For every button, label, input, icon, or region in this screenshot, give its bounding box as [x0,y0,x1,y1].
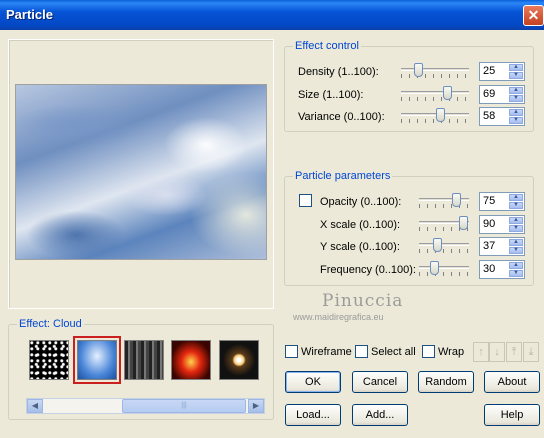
frequency-spinbox[interactable]: 30 ▲ ▼ [479,260,525,279]
size-slider-thumb[interactable] [443,86,452,100]
density-spinbox[interactable]: 25 ▲ ▼ [479,62,525,81]
size-slider[interactable] [401,85,469,103]
effect-thumb-cloud[interactable] [73,336,121,384]
variance-slider-thumb[interactable] [436,108,445,122]
watermark-name: Pinuccia [322,291,404,311]
random-button[interactable]: Random [418,371,474,393]
title-bar[interactable]: Particle ✕ [0,0,544,30]
opacity-up-arrow[interactable]: ▲ [509,194,523,201]
scroll-right-arrow[interactable]: ▶ [248,399,264,413]
scroll-thumb[interactable]: ||| [122,399,246,413]
size-value[interactable]: 69 [483,88,495,100]
effect-thumb-fire[interactable] [171,340,211,380]
frequency-label: Frequency (0..100): [320,264,416,276]
frequency-up-arrow[interactable]: ▲ [509,262,523,269]
wrap-label: Wrap [438,346,465,358]
particle-dialog: Particle ✕ Effect control Density (1..10… [0,0,544,438]
y-scale-down-arrow[interactable]: ▼ [509,247,523,254]
move-up-button[interactable]: ↑ [473,342,489,362]
move-down-button[interactable]: ↓ [489,342,505,362]
density-down-arrow[interactable]: ▼ [509,72,523,79]
about-button[interactable]: About [484,371,540,393]
x-scale-slider-thumb[interactable] [459,216,468,230]
frequency-slider[interactable] [419,260,469,278]
load-button[interactable]: Load... [285,404,341,426]
x-scale-value[interactable]: 90 [483,218,495,230]
y-scale-up-arrow[interactable]: ▲ [509,239,523,246]
frequency-value[interactable]: 30 [483,263,495,275]
variance-value[interactable]: 58 [483,110,495,122]
opacity-slider-thumb[interactable] [452,193,461,207]
x-scale-slider[interactable] [419,215,469,233]
density-up-arrow[interactable]: ▲ [509,64,523,71]
frequency-down-arrow[interactable]: ▼ [509,270,523,277]
opacity-label: Opacity (0..100): [320,196,402,208]
opacity-checkbox[interactable] [299,194,312,207]
variance-spinbox[interactable]: 58 ▲ ▼ [479,107,525,126]
effect-thumb-stars[interactable] [29,340,69,380]
size-down-arrow[interactable]: ▼ [509,95,523,102]
size-spinbox[interactable]: 69 ▲ ▼ [479,85,525,104]
y-scale-spinbox[interactable]: 37 ▲ ▼ [479,237,525,256]
density-slider-thumb[interactable] [414,63,423,77]
variance-label: Variance (0..100): [298,111,385,123]
effect-thumb-smoke[interactable] [124,340,164,380]
opacity-slider[interactable] [419,192,469,210]
effect-thumb-sparkle[interactable] [219,340,259,380]
window-title: Particle [6,7,53,22]
variance-up-arrow[interactable]: ▲ [509,109,523,116]
y-scale-value[interactable]: 37 [483,240,495,252]
watermark-url: www.maidiregrafica.eu [293,312,384,322]
variance-down-arrow[interactable]: ▼ [509,117,523,124]
add-button[interactable]: Add... [352,404,408,426]
ok-button[interactable]: OK [285,371,341,393]
select-all-checkbox[interactable] [355,345,368,358]
variance-slider[interactable] [401,107,469,125]
density-label: Density (1..100): [298,66,379,78]
move-top-button[interactable]: ⤒ [506,342,522,362]
wireframe-label: Wireframe [301,346,352,358]
opacity-value[interactable]: 75 [483,195,495,207]
scroll-left-arrow[interactable]: ◀ [27,399,43,413]
size-up-arrow[interactable]: ▲ [509,87,523,94]
density-slider[interactable] [401,62,469,80]
particle-parameters-title: Particle parameters [293,170,393,182]
opacity-down-arrow[interactable]: ▼ [509,202,523,209]
preview-image[interactable] [15,84,267,260]
y-scale-slider-thumb[interactable] [433,238,442,252]
y-scale-label: Y scale (0..100): [320,241,400,253]
effects-scrollbar[interactable]: ◀ ||| ▶ [26,398,265,414]
move-bottom-button[interactable]: ⤓ [523,342,539,362]
cancel-button[interactable]: Cancel [352,371,408,393]
x-scale-down-arrow[interactable]: ▼ [509,225,523,232]
close-button[interactable]: ✕ [523,5,544,26]
frequency-slider-thumb[interactable] [430,261,439,275]
effect-control-title: Effect control [293,40,361,52]
opacity-spinbox[interactable]: 75 ▲ ▼ [479,192,525,211]
effect-group-title: Effect: Cloud [17,318,84,330]
wireframe-checkbox[interactable] [285,345,298,358]
density-value[interactable]: 25 [483,65,495,77]
size-label: Size (1..100): [298,89,364,101]
x-scale-spinbox[interactable]: 90 ▲ ▼ [479,215,525,234]
select-all-label: Select all [371,346,416,358]
x-scale-up-arrow[interactable]: ▲ [509,217,523,224]
wrap-checkbox[interactable] [422,345,435,358]
help-button[interactable]: Help [484,404,540,426]
y-scale-slider[interactable] [419,237,469,255]
x-scale-label: X scale (0..100): [320,219,401,231]
